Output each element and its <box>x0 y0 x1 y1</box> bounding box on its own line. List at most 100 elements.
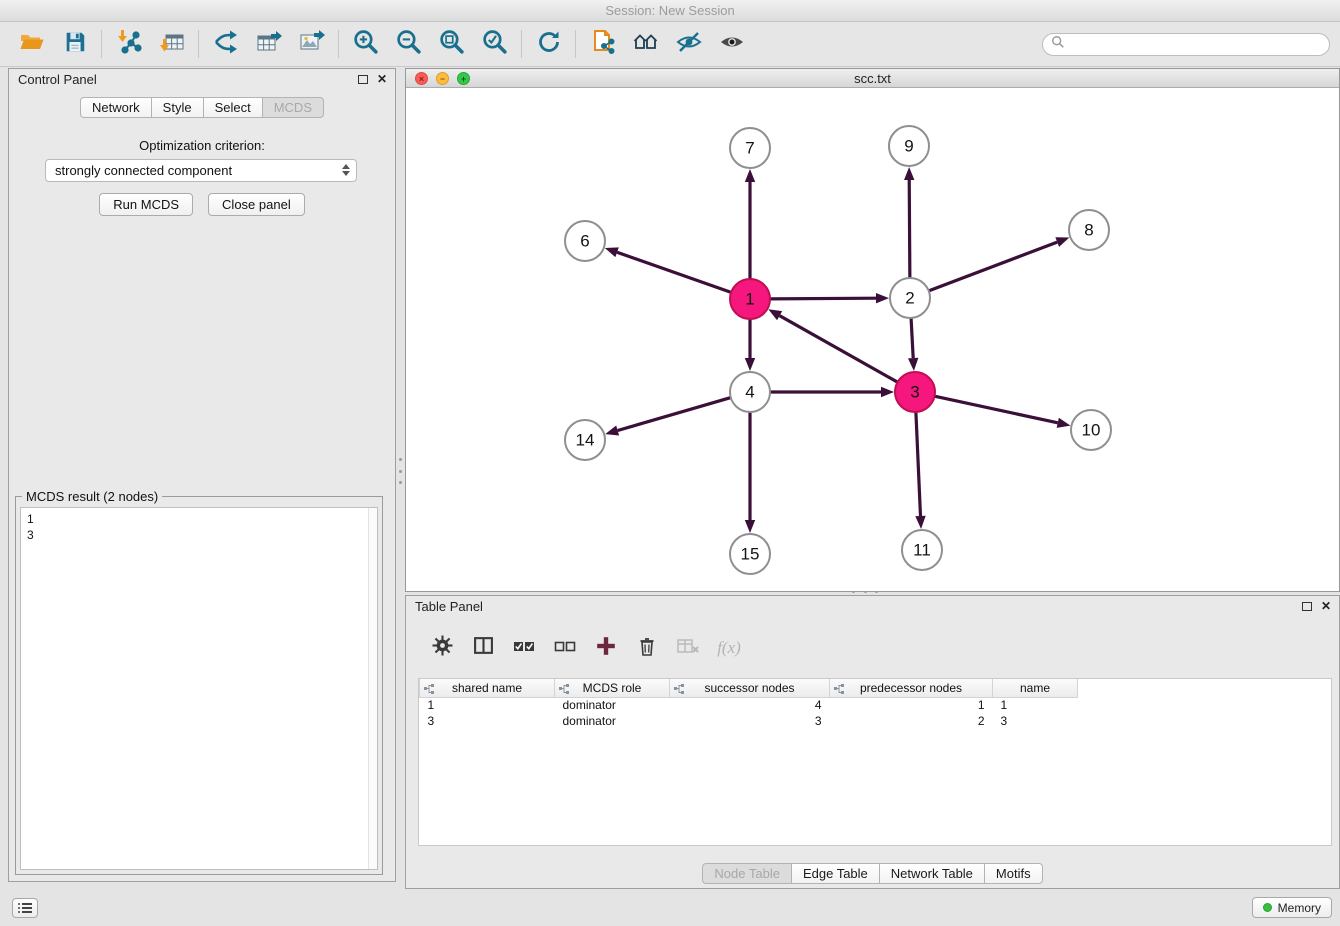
criterion-select[interactable]: strongly connected component <box>45 159 357 182</box>
function-builder-button[interactable]: f(x) <box>717 636 741 660</box>
close-panel-button[interactable]: Close panel <box>208 193 305 216</box>
delete-table-button[interactable] <box>676 636 700 660</box>
hide-graphics-details-button[interactable] <box>667 27 710 61</box>
zoom-selected-button[interactable] <box>473 27 516 61</box>
table-cell[interactable]: 1 <box>420 697 555 713</box>
close-table-panel-icon[interactable]: ✕ <box>1321 600 1331 612</box>
share-network-button[interactable] <box>581 27 624 61</box>
network-canvas[interactable]: 7968124314101511 <box>406 88 1339 591</box>
optimization-criterion-label: Optimization criterion: <box>9 138 395 153</box>
edge-2-8[interactable] <box>929 242 1058 291</box>
open-session-button[interactable] <box>10 27 53 61</box>
show-columns-button[interactable] <box>471 636 495 660</box>
float-table-panel-icon[interactable] <box>1302 602 1312 611</box>
table-cell[interactable]: 3 <box>993 713 1078 729</box>
tab-mcds[interactable]: MCDS <box>262 97 324 118</box>
column-header-successor-nodes[interactable]: successor nodes <box>670 679 830 697</box>
table-cell[interactable]: 4 <box>670 697 830 713</box>
graph-node-label: 15 <box>741 545 760 564</box>
apply-layout-button[interactable] <box>527 27 570 61</box>
add-row-button[interactable] <box>594 636 618 660</box>
minimize-window-icon[interactable]: − <box>436 72 449 85</box>
zoom-in-icon <box>352 28 379 60</box>
table-cell[interactable]: 1 <box>993 697 1078 713</box>
edge-1-2[interactable] <box>770 298 876 299</box>
close-panel-icon[interactable]: ✕ <box>377 73 387 85</box>
close-window-icon[interactable]: × <box>415 72 428 85</box>
float-panel-icon[interactable] <box>358 75 368 84</box>
column-header-name[interactable]: name <box>993 679 1078 697</box>
table-row[interactable]: 3dominator323 <box>420 713 1332 729</box>
task-history-button[interactable] <box>12 898 38 918</box>
vertical-splitter-grip[interactable] <box>398 458 403 484</box>
table-settings-button[interactable] <box>430 636 454 660</box>
table-row[interactable]: 1dominator411 <box>420 697 1332 713</box>
select-all-button[interactable] <box>512 636 536 660</box>
attribute-tree-icon <box>424 683 434 697</box>
network-window-title: scc.txt <box>854 71 891 86</box>
table-cell[interactable]: 3 <box>420 713 555 729</box>
gear-icon <box>432 635 453 661</box>
new-network-from-selection-button[interactable] <box>204 27 247 61</box>
import-table-button[interactable] <box>150 27 193 61</box>
import-network-button[interactable] <box>107 27 150 61</box>
application-window: Session: New Session <box>0 0 1340 926</box>
edge-2-3[interactable] <box>911 318 913 358</box>
search-input[interactable] <box>1065 37 1321 52</box>
result-scrollbar[interactable] <box>368 508 377 869</box>
export-image-button[interactable] <box>290 27 333 61</box>
unselect-all-button[interactable] <box>553 636 577 660</box>
export-image-icon <box>299 29 325 60</box>
table-cell[interactable]: 2 <box>830 713 993 729</box>
delete-rows-button[interactable] <box>635 636 659 660</box>
criterion-selected-value: strongly connected component <box>55 163 232 178</box>
status-bar: Memory <box>0 890 1340 926</box>
edge-3-1[interactable] <box>780 316 898 382</box>
table-delete-icon <box>677 637 699 660</box>
export-table-button[interactable] <box>247 27 290 61</box>
search-box[interactable] <box>1042 33 1330 56</box>
reset-home-view-button[interactable] <box>624 27 667 61</box>
edge-2-9[interactable] <box>909 180 910 278</box>
column-header-shared-name[interactable]: shared name <box>420 679 555 697</box>
edge-arrowhead <box>745 520 755 533</box>
table-cell[interactable]: dominator <box>555 713 670 729</box>
mcds-result-list[interactable]: 13 <box>20 507 378 870</box>
zoom-fit-button[interactable] <box>430 27 473 61</box>
table-cell[interactable]: 3 <box>670 713 830 729</box>
tab-network-table[interactable]: Network Table <box>879 863 985 884</box>
edge-1-6[interactable] <box>617 252 731 292</box>
run-mcds-button[interactable]: Run MCDS <box>99 193 193 216</box>
save-session-button[interactable] <box>53 27 96 61</box>
graph-node-label: 7 <box>745 139 754 158</box>
table-panel-tabs: Node Table Edge Table Network Table Moti… <box>406 863 1339 884</box>
graph-node-label: 3 <box>910 383 919 402</box>
control-panel-tabs: Network Style Select MCDS <box>9 97 395 118</box>
edge-3-10[interactable] <box>935 396 1058 423</box>
control-panel-title: Control Panel <box>18 72 97 87</box>
column-header-mcds-role[interactable]: MCDS role <box>555 679 670 697</box>
tab-select[interactable]: Select <box>203 97 263 118</box>
tab-style[interactable]: Style <box>151 97 204 118</box>
attribute-tree-icon <box>674 683 684 697</box>
mcds-result-line: 1 <box>27 511 365 527</box>
zoom-window-icon[interactable]: + <box>457 72 470 85</box>
zoom-out-button[interactable] <box>387 27 430 61</box>
show-graphics-details-button[interactable] <box>710 27 753 61</box>
table-cell[interactable]: dominator <box>555 697 670 713</box>
tab-network[interactable]: Network <box>80 97 152 118</box>
column-header-predecessor-nodes[interactable]: predecessor nodes <box>830 679 993 697</box>
graph-node-label: 2 <box>905 289 914 308</box>
node-table-header: shared name MCDS role succ <box>420 679 1332 697</box>
tab-motifs[interactable]: Motifs <box>984 863 1043 884</box>
edge-arrowhead <box>768 309 782 320</box>
tab-node-table[interactable]: Node Table <box>702 863 792 884</box>
edge-arrowhead <box>605 247 619 257</box>
edge-3-11[interactable] <box>916 412 921 516</box>
edge-4-14[interactable] <box>618 398 731 431</box>
mcds-result-title: MCDS result (2 nodes) <box>22 489 162 504</box>
zoom-in-button[interactable] <box>344 27 387 61</box>
memory-button[interactable]: Memory <box>1252 897 1332 918</box>
table-cell[interactable]: 1 <box>830 697 993 713</box>
tab-edge-table[interactable]: Edge Table <box>791 863 880 884</box>
